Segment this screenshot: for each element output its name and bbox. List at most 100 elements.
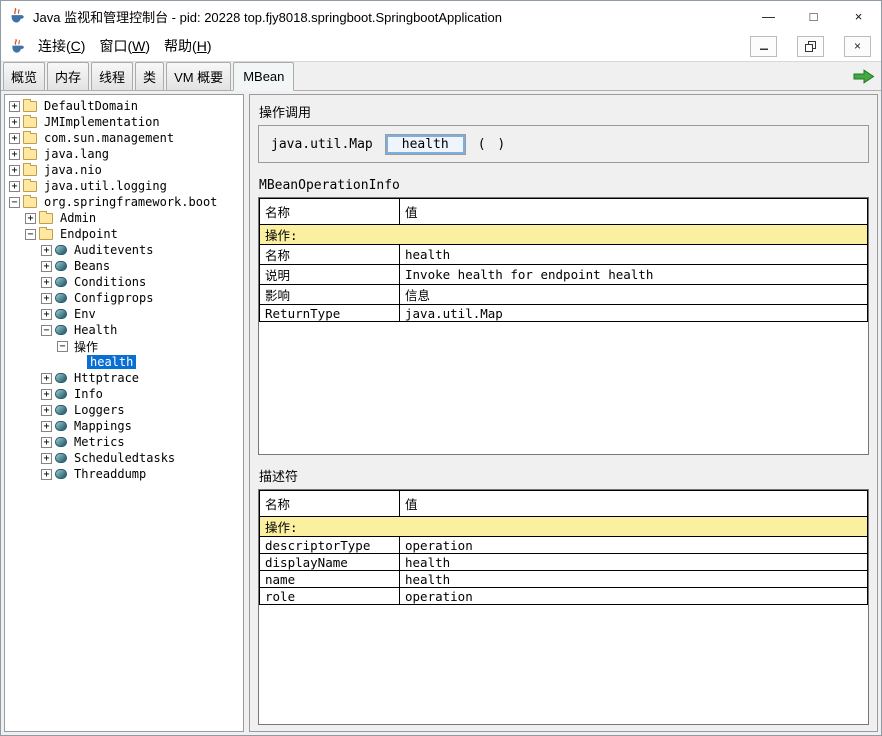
tree-item[interactable]: + java.nio (5, 162, 243, 178)
tree-item[interactable]: + Env (5, 306, 243, 322)
tree-item-label[interactable]: Conditions (71, 275, 149, 289)
close-button[interactable]: × (836, 1, 881, 31)
tab-threads[interactable]: 线程 (91, 62, 133, 90)
tree-item[interactable]: + Mappings (5, 418, 243, 434)
tree-toggle-icon[interactable]: + (41, 309, 52, 320)
tree-toggle-icon[interactable]: − (25, 229, 36, 240)
table-row[interactable]: 名称health (260, 245, 868, 265)
tree-toggle-icon[interactable]: − (41, 325, 52, 336)
tree-item-label[interactable]: Env (71, 307, 99, 321)
tree-toggle-icon[interactable]: + (41, 437, 52, 448)
tree-toggle-icon[interactable]: + (41, 421, 52, 432)
tree-item[interactable]: + DefaultDomain (5, 98, 243, 114)
tree-item[interactable]: + java.util.logging (5, 178, 243, 194)
tree-item-label[interactable]: DefaultDomain (41, 99, 141, 113)
tree-item[interactable]: − Health (5, 322, 243, 338)
tree-toggle-icon[interactable]: + (41, 405, 52, 416)
tree-toggle-icon[interactable]: + (9, 181, 20, 192)
table-row[interactable]: 影响信息 (260, 285, 868, 305)
tab-mbean[interactable]: MBean (233, 62, 294, 91)
tree-item-label[interactable]: Metrics (71, 435, 128, 449)
tree-toggle-icon[interactable]: + (41, 389, 52, 400)
tree-toggle-icon[interactable]: + (9, 149, 20, 160)
table-row[interactable]: namehealth (260, 571, 868, 588)
tree-item-label[interactable]: JMImplementation (41, 115, 163, 129)
tree-toggle-icon[interactable]: + (41, 373, 52, 384)
tree-toggle-icon[interactable]: + (9, 101, 20, 112)
table-row[interactable]: roleoperation (260, 588, 868, 605)
table-row[interactable]: 说明Invoke health for endpoint health (260, 265, 868, 285)
mdi-close-button[interactable]: × (844, 36, 871, 57)
tree-item-label[interactable]: java.nio (41, 163, 105, 177)
tab-vm-summary[interactable]: VM 概要 (166, 62, 231, 90)
tab-classes[interactable]: 类 (135, 62, 164, 90)
folder-icon (23, 165, 37, 176)
tree-item-label[interactable]: Configprops (71, 291, 156, 305)
tree-item-label[interactable]: Loggers (71, 403, 128, 417)
tree-item[interactable]: + Loggers (5, 402, 243, 418)
tree-toggle-icon[interactable]: + (25, 213, 36, 224)
tree-item[interactable]: + Conditions (5, 274, 243, 290)
tree-item[interactable]: + java.lang (5, 146, 243, 162)
tree-toggle-icon[interactable]: + (9, 165, 20, 176)
tree-item-label[interactable]: org.springframework.boot (41, 195, 220, 209)
mdi-restore-button[interactable] (797, 36, 824, 57)
tree-item[interactable]: + Auditevents (5, 242, 243, 258)
menu-connection[interactable]: 连接(C) (31, 33, 92, 59)
tab-overview[interactable]: 概览 (3, 62, 45, 90)
tree-item-label[interactable]: Health (71, 323, 120, 337)
tree-item-label[interactable]: Endpoint (57, 227, 121, 241)
table-section-row[interactable]: 操作: (260, 225, 868, 245)
table-row[interactable]: displayNamehealth (260, 554, 868, 571)
tree-item[interactable]: + Httptrace (5, 370, 243, 386)
tree-item-label[interactable]: health (87, 355, 136, 369)
tree-item-label[interactable]: com.sun.management (41, 131, 177, 145)
tree-toggle-icon[interactable]: + (41, 469, 52, 480)
tree-item-label[interactable]: Admin (57, 211, 99, 225)
tree-item[interactable]: + com.sun.management (5, 130, 243, 146)
tree-toggle-icon[interactable]: + (9, 133, 20, 144)
mdi-minimize-button[interactable] (750, 36, 777, 57)
tree-item[interactable]: + Admin (5, 210, 243, 226)
health-operation-button[interactable]: health (385, 134, 466, 155)
tree-item-label[interactable]: Threaddump (71, 467, 149, 481)
mbean-icon (55, 245, 67, 255)
tree-item-label[interactable]: Info (71, 387, 106, 401)
tree-toggle-icon[interactable]: + (41, 293, 52, 304)
tab-memory[interactable]: 内存 (47, 62, 89, 90)
table-header-row: 名称 值 (260, 199, 868, 225)
tree-item[interactable]: + Threaddump (5, 466, 243, 482)
tree-item-label[interactable]: Scheduledtasks (71, 451, 178, 465)
tree-item[interactable]: − org.springframework.boot (5, 194, 243, 210)
menu-help[interactable]: 帮助(H) (157, 33, 218, 59)
tree-item-label[interactable]: Beans (71, 259, 113, 273)
tree-toggle-icon[interactable]: + (41, 261, 52, 272)
tree-item-label[interactable]: java.util.logging (41, 179, 170, 193)
table-section-row[interactable]: 操作: (260, 517, 868, 537)
tree-item-label[interactable]: 操作 (71, 338, 101, 355)
tree-item[interactable]: + Beans (5, 258, 243, 274)
tree-toggle-icon[interactable]: + (41, 245, 52, 256)
tree-toggle-icon[interactable]: + (41, 277, 52, 288)
tree-item-label[interactable]: Mappings (71, 419, 135, 433)
tree-toggle-icon[interactable]: − (57, 341, 68, 352)
tree-item[interactable]: + Metrics (5, 434, 243, 450)
tree-item[interactable]: health (5, 354, 243, 370)
tree-item-label[interactable]: Httptrace (71, 371, 142, 385)
tree-item[interactable]: + Info (5, 386, 243, 402)
tree-item-label[interactable]: Auditevents (71, 243, 156, 257)
tree-item[interactable]: − 操作 (5, 338, 243, 354)
tree-item[interactable]: + JMImplementation (5, 114, 243, 130)
tree-item[interactable]: − Endpoint (5, 226, 243, 242)
tree-item-label[interactable]: java.lang (41, 147, 112, 161)
tree-item[interactable]: + Configprops (5, 290, 243, 306)
table-row[interactable]: ReturnTypejava.util.Map (260, 305, 868, 322)
tree-toggle-icon[interactable]: + (41, 453, 52, 464)
tree-item[interactable]: + Scheduledtasks (5, 450, 243, 466)
tree-toggle-icon[interactable]: + (9, 117, 20, 128)
tree-toggle-icon[interactable]: − (9, 197, 20, 208)
menu-window[interactable]: 窗口(W) (92, 33, 157, 59)
maximize-button[interactable]: □ (791, 1, 836, 31)
minimize-button[interactable]: — (746, 1, 791, 31)
table-row[interactable]: descriptorTypeoperation (260, 537, 868, 554)
